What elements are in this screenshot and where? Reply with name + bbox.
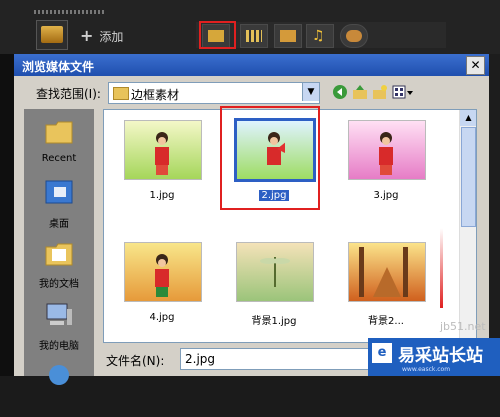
file-item[interactable]: 背景1.jpg (224, 234, 324, 330)
vertical-scrollbar[interactable]: ▲ (459, 110, 476, 342)
settings-tab[interactable] (340, 24, 368, 48)
watermark-url: www.easck.com (402, 366, 451, 373)
file-item[interactable]: 背景2... (336, 234, 436, 330)
file-item[interactable]: 3.jpg (336, 112, 436, 208)
place-recent[interactable]: Recent (24, 113, 94, 171)
thumbnail-image (348, 120, 426, 180)
new-folder-icon[interactable] (372, 84, 388, 100)
grip-handle (34, 10, 104, 14)
scroll-up-icon[interactable]: ▲ (460, 110, 476, 126)
highlight-box-folder (199, 21, 236, 49)
back-icon[interactable] (332, 84, 348, 100)
thumbnail-image (348, 242, 426, 302)
thumbnail-image (124, 242, 202, 302)
thumbnail-image (236, 242, 314, 302)
place-desktop[interactable]: 桌面 (24, 175, 94, 233)
network-icon (49, 365, 69, 385)
up-folder-icon[interactable] (352, 84, 368, 100)
computer-icon (46, 303, 72, 325)
photo-icon (280, 30, 296, 42)
music-tab[interactable]: ♫ (306, 24, 334, 48)
highlight-stroke (440, 228, 443, 308)
place-label: 桌面 (49, 219, 69, 230)
highlight-box-selected-file (220, 106, 320, 210)
place-label: Recent (41, 153, 77, 164)
watermark-logo-icon: e (372, 343, 392, 363)
host-toolbar: + 添加 ♫ (0, 0, 500, 54)
filename-value: 2.jpg (185, 352, 216, 366)
file-name: 背景2... (368, 316, 404, 327)
place-network[interactable] (24, 359, 94, 417)
watermark-brand: 易采站长站 (398, 346, 483, 366)
dialog-title: 浏览媒体文件 (22, 60, 95, 74)
view-menu-icon[interactable] (392, 84, 414, 100)
place-label: 我的文档 (39, 279, 79, 290)
plus-icon: + (80, 26, 94, 45)
filename-input[interactable]: 2.jpg (180, 348, 382, 370)
recent-folder-icon (45, 121, 73, 144)
places-bar: Recent 桌面 我的文档 我的电脑 (24, 109, 94, 385)
documents-folder-icon (45, 243, 73, 266)
desktop-icon (45, 180, 73, 204)
look-in-dropdown[interactable]: 边框素材 ▼ (108, 82, 320, 104)
file-item[interactable]: 1.jpg (112, 112, 212, 208)
file-name: 1.jpg (149, 190, 175, 201)
film-icon (246, 30, 262, 42)
folder-icon (113, 87, 129, 100)
thumbnail-image (124, 120, 202, 180)
browse-media-dialog: 浏览媒体文件 ✕ 查找范围(I): 边框素材 ▼ Recent 桌面 我的文档 … (14, 54, 489, 385)
look-in-value: 边框素材 (131, 88, 180, 102)
media-library-tile[interactable] (36, 20, 68, 50)
look-in-label: 查找范围(I): (36, 87, 101, 101)
close-button[interactable]: ✕ (466, 56, 485, 75)
scroll-thumb[interactable] (461, 127, 476, 227)
chevron-down-icon[interactable]: ▼ (302, 83, 319, 101)
photo-tab[interactable] (274, 24, 302, 48)
host-right-panel (489, 54, 500, 376)
place-my-documents[interactable]: 我的文档 (24, 235, 94, 293)
place-my-computer[interactable]: 我的电脑 (24, 297, 94, 355)
library-icon (41, 26, 63, 43)
settings-icon (346, 30, 362, 42)
dialog-title-bar: 浏览媒体文件 ✕ (14, 54, 489, 76)
file-name: 背景1.jpg (251, 316, 297, 327)
music-icon: ♫ (312, 28, 325, 44)
host-left-panel (0, 54, 14, 376)
film-tab[interactable] (240, 24, 268, 48)
file-item[interactable]: 4.jpg (112, 234, 212, 330)
file-name: 4.jpg (149, 312, 175, 323)
place-label: 我的电脑 (39, 341, 79, 352)
filename-label: 文件名(N): (106, 354, 165, 368)
file-name: 3.jpg (373, 190, 399, 201)
watermark-site: jb51.net (440, 320, 486, 333)
watermark-badge: e 易采站长站 www.easck.com (368, 338, 500, 376)
add-button[interactable]: + 添加 (80, 26, 123, 45)
